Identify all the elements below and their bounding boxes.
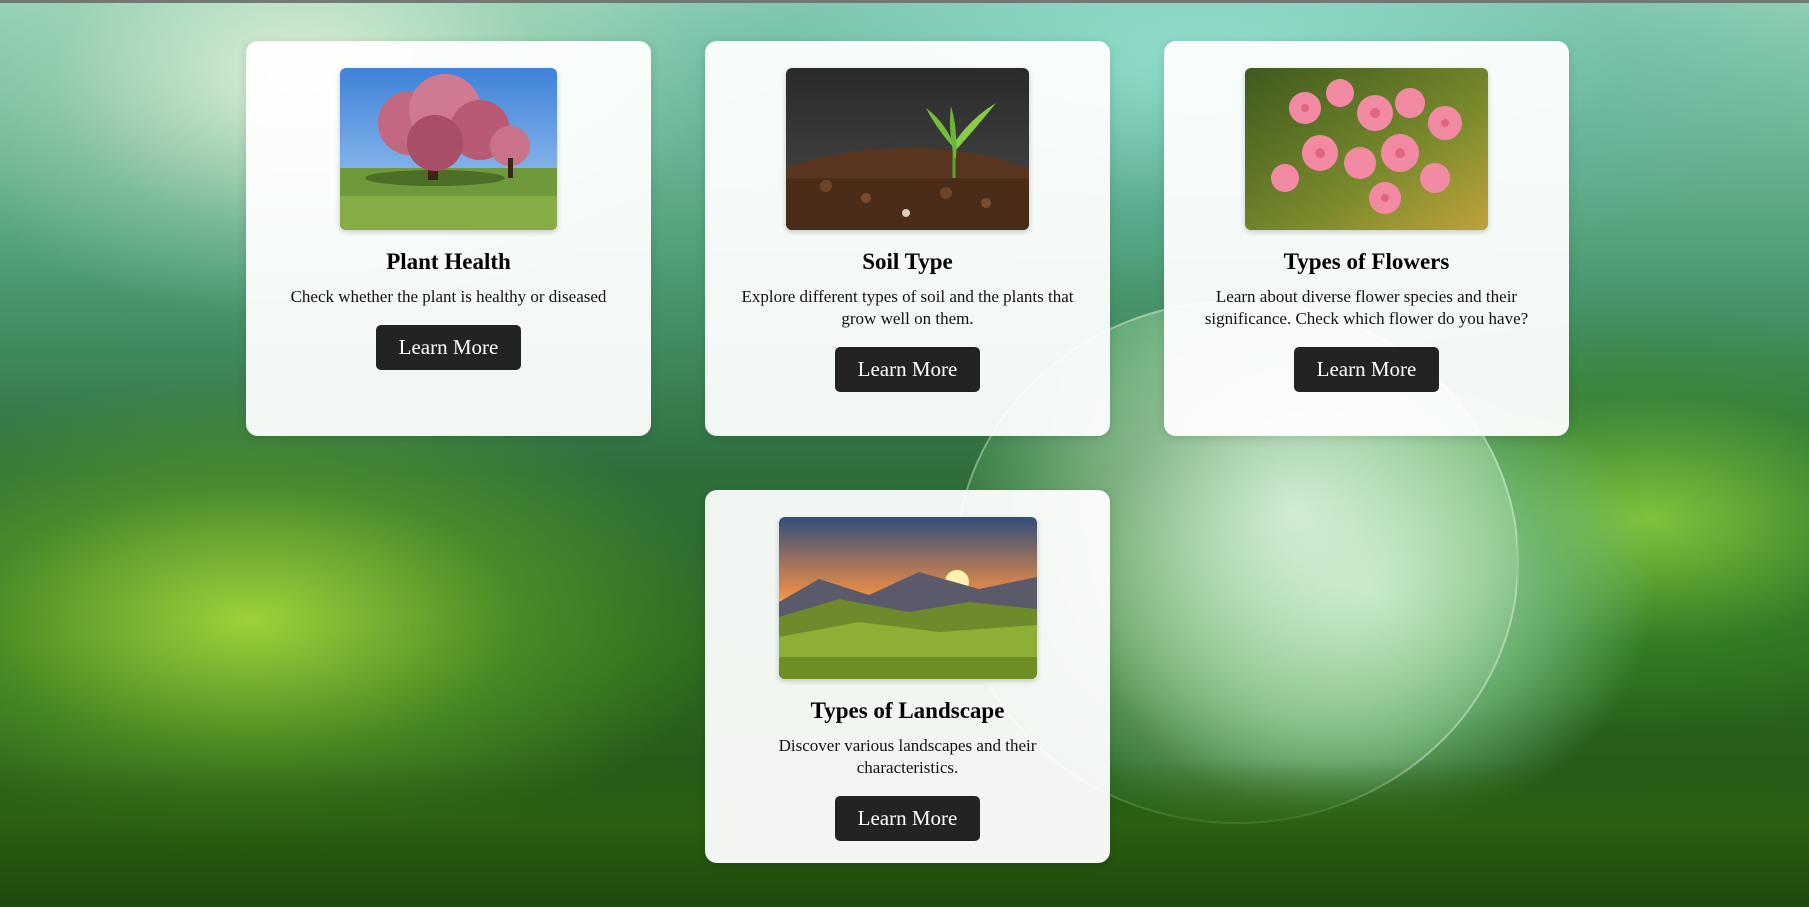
card-description: Check whether the plant is healthy or di… [290, 287, 607, 306]
learn-more-button-plant-health[interactable]: Learn More [376, 325, 521, 370]
sunset-landscape-image [778, 517, 1037, 679]
seedling-in-soil-image [786, 68, 1029, 230]
card-description: Learn about diverse flower species and t… [1204, 287, 1529, 328]
card-title: Soil Type [862, 249, 953, 274]
card-title: Types of Landscape [810, 698, 1005, 723]
learn-more-button-soil-type[interactable]: Learn More [835, 347, 980, 392]
card-types-of-flowers: Types of Flowers Learn about diverse flo… [1164, 41, 1569, 436]
pink-flowers-image [1245, 68, 1488, 230]
card-description: Discover various landscapes and their ch… [778, 736, 1037, 777]
top-border [0, 0, 1809, 3]
cherry-blossom-tree-image [340, 68, 557, 230]
card-plant-health: Plant Health Check whether the plant is … [246, 41, 651, 436]
card-title: Types of Flowers [1283, 249, 1450, 274]
learn-more-button-types-of-landscape[interactable]: Learn More [835, 796, 980, 841]
card-types-of-landscape: Types of Landscape Discover various land… [705, 490, 1110, 863]
card-title: Plant Health [386, 249, 511, 274]
learn-more-button-types-of-flowers[interactable]: Learn More [1294, 347, 1439, 392]
card-description: Explore different types of soil and the … [741, 287, 1074, 328]
card-soil-type: Soil Type Explore different types of soi… [705, 41, 1110, 436]
